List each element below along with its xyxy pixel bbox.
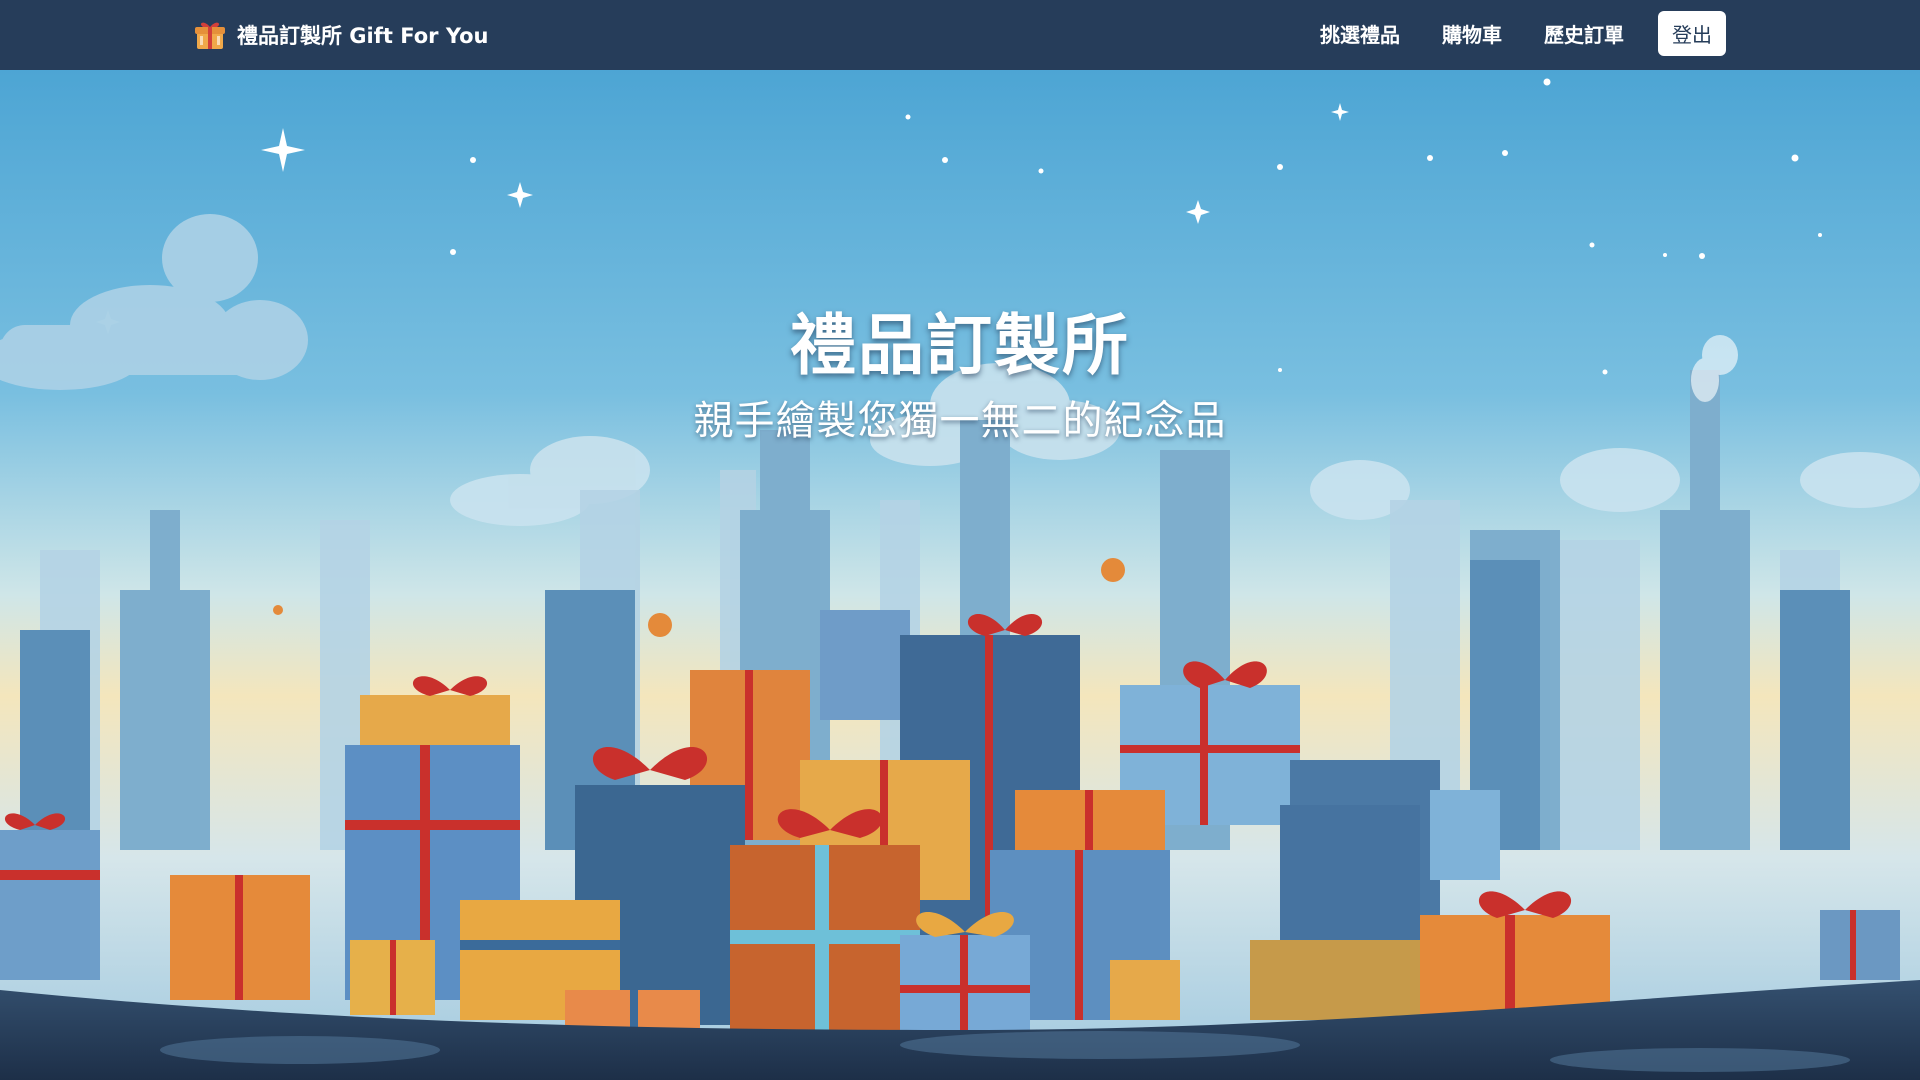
navbar: 禮品訂製所 Gift For You 挑選禮品 購物車 歷史訂單 登出 xyxy=(0,0,1920,70)
gift-icon xyxy=(195,22,225,49)
nav-link-cart[interactable]: 購物車 xyxy=(1442,19,1502,48)
nav-link-order-history[interactable]: 歷史訂單 xyxy=(1544,19,1624,48)
hero-title: 禮品訂製所 xyxy=(790,307,1130,384)
gift-boxes-city-illustration xyxy=(0,70,1920,1080)
hero-section: 禮品訂製所 親手繪製您獨一無二的紀念品 xyxy=(0,70,1920,1080)
brand-label: 禮品訂製所 Gift For You xyxy=(237,24,489,48)
nav-link-choose-gifts[interactable]: 挑選禮品 xyxy=(1320,19,1400,48)
logout-button[interactable]: 登出 xyxy=(1658,10,1726,56)
hero-subtitle: 親手繪製您獨一無二的紀念品 xyxy=(693,398,1227,444)
brand-link[interactable]: 禮品訂製所 Gift For You xyxy=(193,16,488,54)
nav-links: 挑選禮品 購物車 歷史訂單 登出 xyxy=(1320,10,1726,56)
